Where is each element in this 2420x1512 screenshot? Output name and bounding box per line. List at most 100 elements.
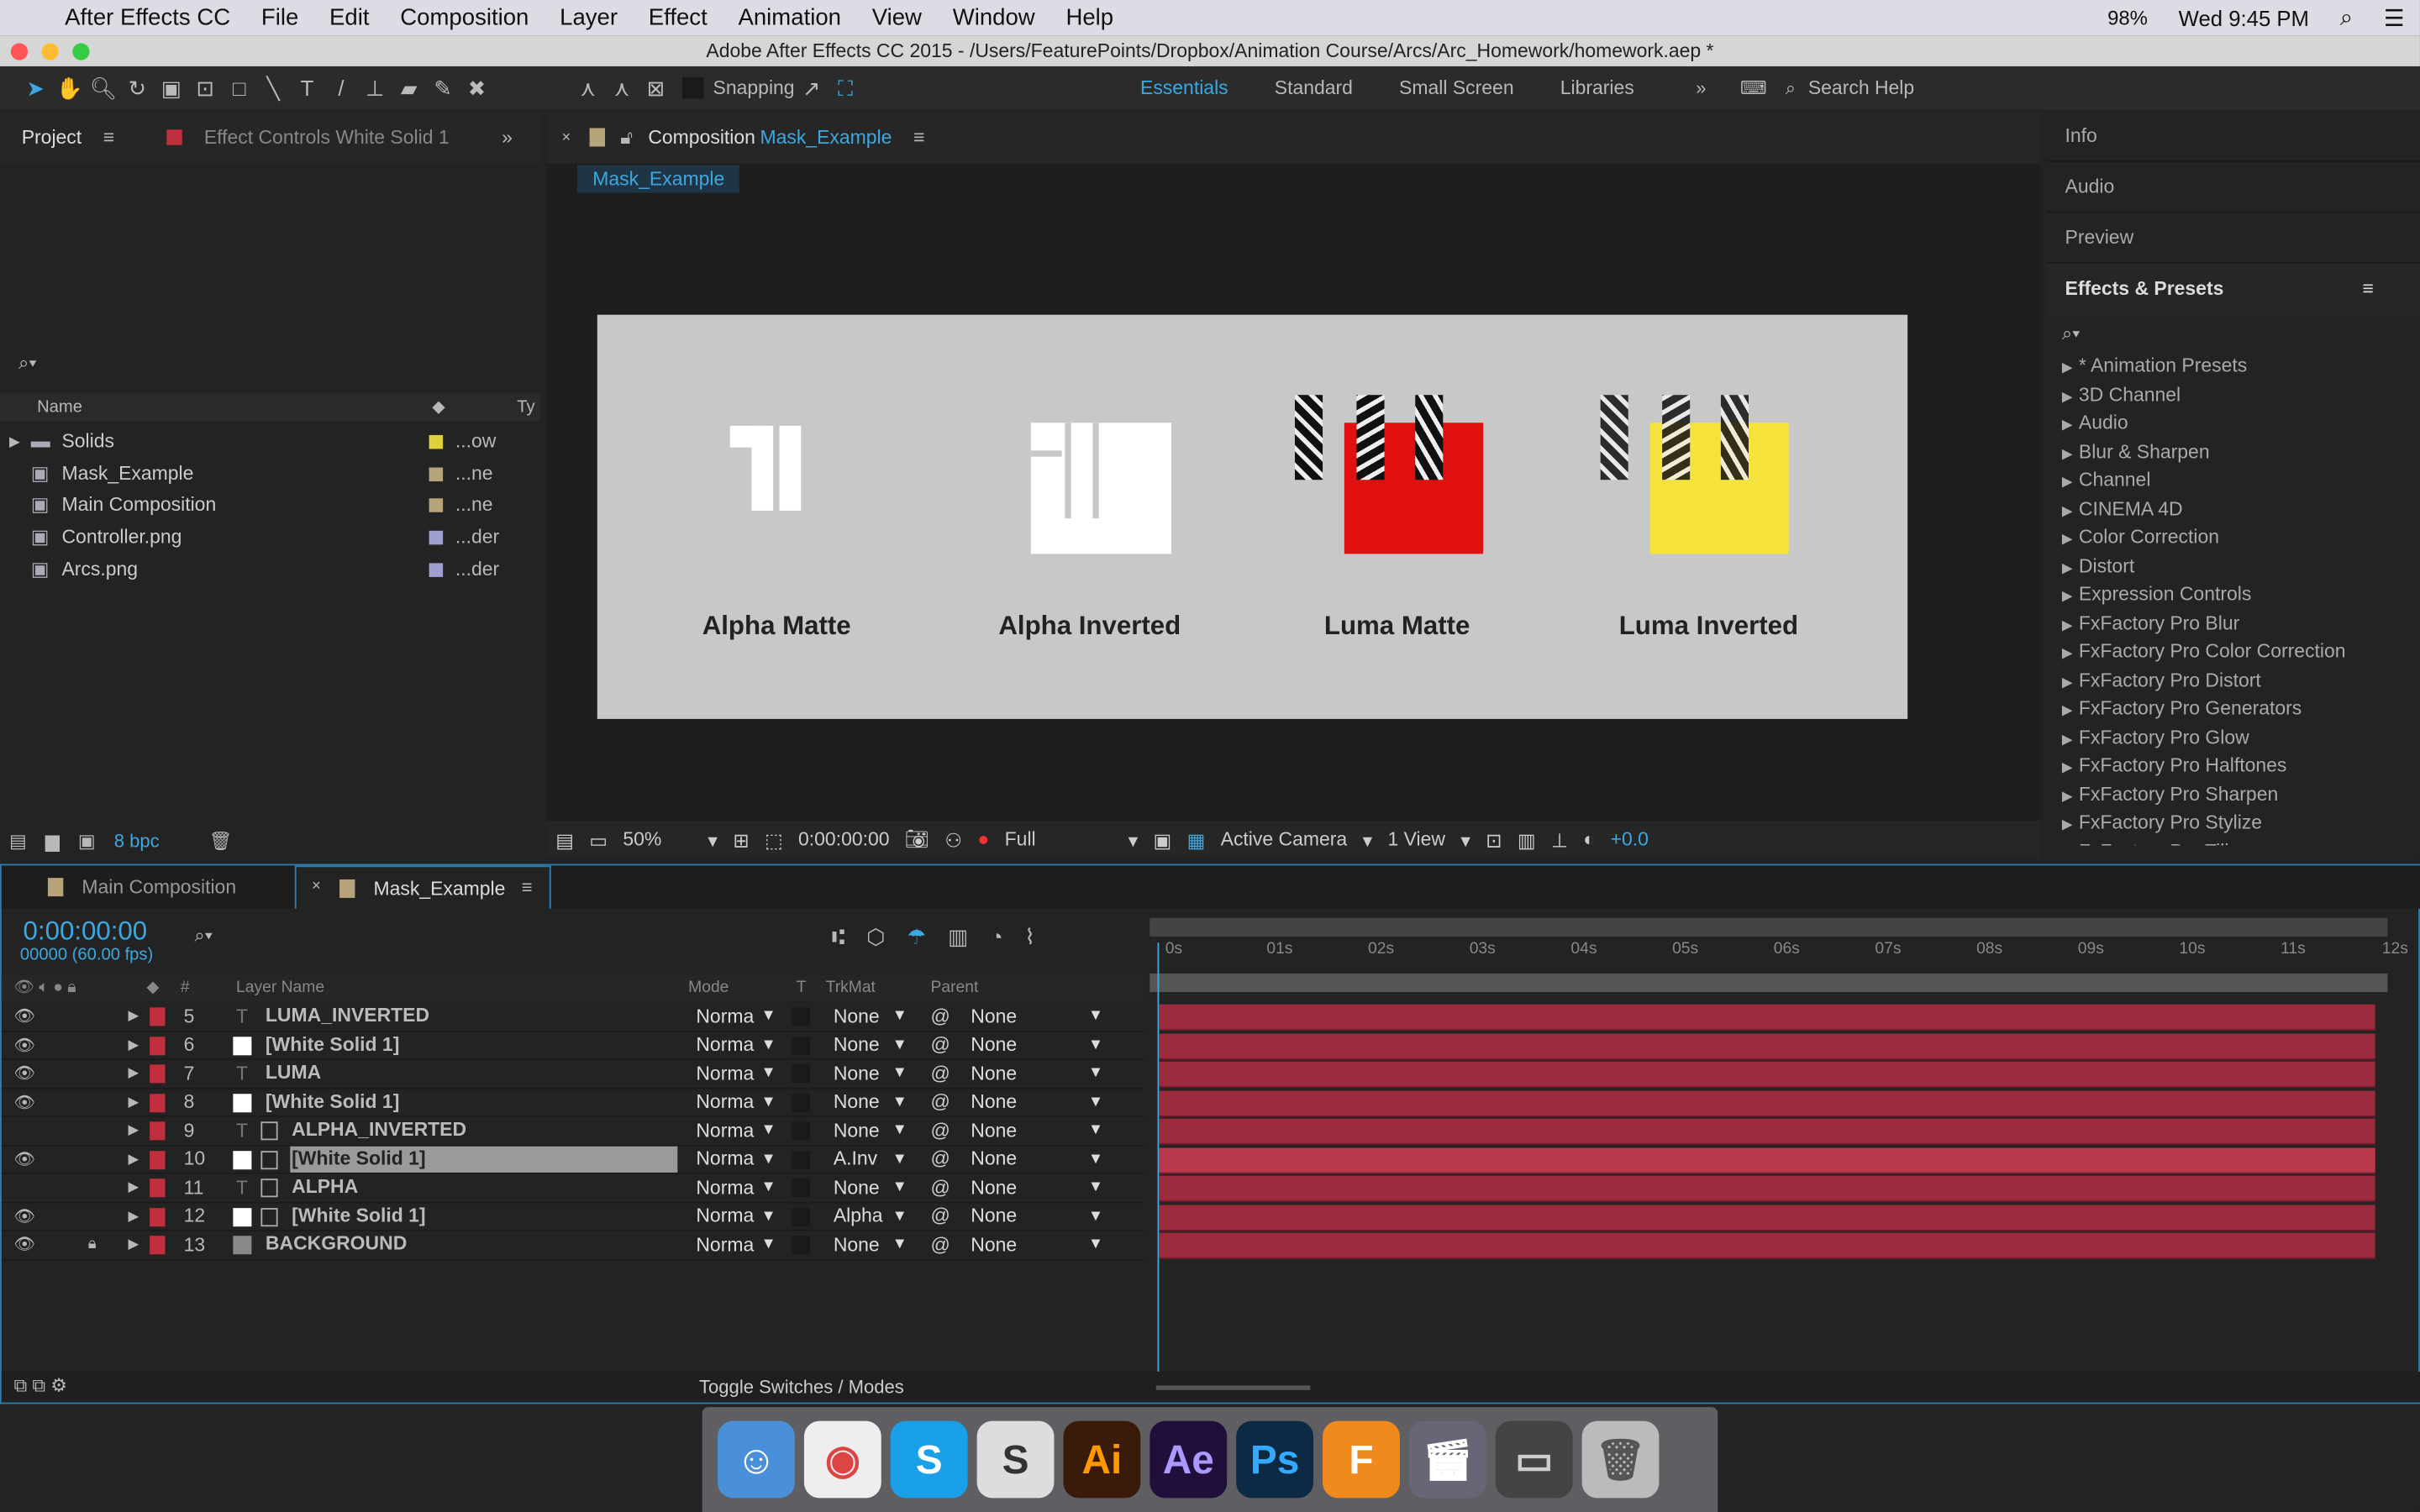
chevron-down-icon[interactable]: ▼	[1088, 1122, 1103, 1139]
col-parent[interactable]: Parent	[931, 975, 979, 1001]
menu-list-icon[interactable]: ☰	[2369, 4, 2420, 31]
disclosure-triangle-icon[interactable]: ▶	[2062, 816, 2073, 832]
disclosure-triangle-icon[interactable]: ▶	[2062, 845, 2073, 846]
zoom-tool-icon[interactable]: 🔍︎	[87, 71, 120, 104]
trkmat-dropdown[interactable]: None	[834, 1120, 880, 1142]
parent-dropdown[interactable]: None	[971, 1005, 1017, 1027]
trkmat-dropdown[interactable]: A.Inv	[834, 1148, 877, 1170]
disclosure-triangle-icon[interactable]: ▶	[2062, 388, 2073, 403]
layer-row[interactable]: 👁︎ 🔒︎ ▶ 13 BACKGROUND Norma ▼ None ▼ @ None ▼	[1, 1231, 1144, 1260]
chevron-down-icon[interactable]: ▾	[1460, 827, 1470, 851]
disclosure-triangle-icon[interactable]: ▶	[2062, 559, 2073, 575]
disclosure-triangle-icon[interactable]: ▶	[2062, 502, 2073, 517]
motion-blur-icon[interactable]: ◔	[990, 924, 1003, 950]
frame-blending-icon[interactable]: ▥	[948, 924, 968, 950]
chevron-down-icon[interactable]: ▼	[760, 1065, 776, 1082]
lock-icon[interactable]: 🔓︎	[620, 126, 633, 150]
tab-project[interactable]: Project	[0, 127, 103, 149]
dock-ps[interactable]: Ps	[1236, 1420, 1314, 1499]
layer-duration-bar[interactable]	[1159, 1061, 2375, 1088]
region-of-interest-icon[interactable]: ▣	[1154, 827, 1172, 851]
effect-category[interactable]: ▶ CINEMA 4D	[2046, 495, 2419, 523]
composition-menu-icon[interactable]: ≡	[913, 127, 924, 149]
project-item[interactable]: ▣ Mask_Example ...ne	[0, 458, 540, 490]
col-mode[interactable]: Mode	[688, 975, 729, 1001]
flowchart-icon[interactable]: ⊥	[1551, 827, 1568, 851]
spotlight-icon[interactable]: ⌕	[2324, 5, 2368, 31]
clone-stamp-tool-icon[interactable]: ⊥	[358, 71, 392, 104]
pick-whip-icon[interactable]: @	[931, 1091, 950, 1113]
time-navigator[interactable]	[1150, 917, 2388, 937]
disclosure-triangle-icon[interactable]: ▶	[2062, 588, 2073, 603]
dock-screen[interactable]: ▭	[1495, 1420, 1573, 1499]
layer-row[interactable]: ▶ 9 T ALPHA_INVERTED Norma ▼ None ▼ @ None ▼	[1, 1117, 1144, 1146]
menu-composition[interactable]: Composition	[385, 5, 544, 31]
trkmat-dropdown[interactable]: None	[834, 1063, 880, 1084]
effect-category[interactable]: ▶ FxFactory Pro Glow	[2046, 722, 2419, 751]
mode-dropdown[interactable]: Norma	[696, 1034, 754, 1056]
layer-switches-icon[interactable]: ⧉ ⧉ ⚙︎	[14, 1374, 67, 1398]
preserve-transparency-checkbox[interactable]	[792, 1064, 811, 1084]
trkmat-dropdown[interactable]: None	[834, 1005, 880, 1027]
label-color-swatch[interactable]	[429, 530, 444, 545]
fast-previews-icon[interactable]: ▥	[1518, 827, 1536, 851]
preserve-transparency-checkbox[interactable]	[792, 1207, 811, 1226]
menu-layer[interactable]: Layer	[544, 5, 634, 31]
label-color-swatch[interactable]	[429, 434, 444, 449]
preserve-transparency-checkbox[interactable]	[792, 1007, 811, 1026]
layer-row[interactable]: 👁︎ ▶ 8 [White Solid 1] Norma ▼ None ▼ @ None ▼	[1, 1089, 1144, 1117]
project-search-icon[interactable]: ⌕▾	[18, 352, 37, 375]
expand-triangle-icon[interactable]: ▶	[128, 1179, 139, 1196]
mode-dropdown[interactable]: Norma	[696, 1091, 754, 1113]
tab-effect-controls[interactable]: Effect Controls White Solid 1	[182, 127, 471, 149]
eye-icon[interactable]: 👁︎	[14, 1035, 36, 1055]
effect-category[interactable]: ▶ * Animation Presets	[2046, 352, 2419, 381]
chevron-down-icon[interactable]: ▼	[760, 1037, 776, 1053]
effect-category[interactable]: ▶ Color Correction	[2046, 523, 2419, 552]
workspace-essentials[interactable]: Essentials	[1140, 77, 1228, 99]
trkmat-dropdown[interactable]: None	[834, 1177, 880, 1199]
pan-behind-tool-icon[interactable]: ⊡	[188, 71, 222, 104]
layer-duration-bar[interactable]	[1159, 1232, 2375, 1259]
parent-dropdown[interactable]: None	[971, 1120, 1017, 1142]
timeline-menu-icon[interactable]: ≡	[522, 876, 533, 898]
label-tag-icon[interactable]: ◆	[432, 393, 445, 421]
mode-dropdown[interactable]: Norma	[696, 1005, 754, 1027]
chevron-down-icon[interactable]: ▼	[892, 1094, 908, 1110]
disclosure-triangle-icon[interactable]: ▶	[2062, 731, 2073, 746]
transparency-grid-icon[interactable]: ▦	[1187, 827, 1206, 851]
layer-row[interactable]: 👁︎ ▶ 7 T LUMA Norma ▼ None ▼ @ None ▼	[1, 1060, 1144, 1089]
workspace-small-screen[interactable]: Small Screen	[1399, 77, 1514, 99]
bpc-button[interactable]: 8 bpc	[114, 830, 160, 852]
menu-help[interactable]: Help	[1050, 5, 1128, 31]
disclosure-triangle-icon[interactable]: ▶	[2062, 360, 2073, 375]
pick-whip-icon[interactable]: @	[931, 1063, 950, 1084]
effects-search-input[interactable]: ⌕▾	[2046, 315, 2419, 352]
disclosure-triangle-icon[interactable]: ▶	[2062, 474, 2073, 489]
pen-tool-icon[interactable]: ╲	[256, 71, 290, 104]
chevron-down-icon[interactable]: ▼	[760, 1008, 776, 1025]
chevron-down-icon[interactable]: ▼	[1088, 1236, 1103, 1253]
camera-dropdown[interactable]: Active Camera	[1221, 828, 1348, 850]
lock-icon[interactable]: 🔒︎	[88, 1236, 97, 1253]
dock-photo-booth[interactable]: 🎬︎	[1408, 1420, 1486, 1499]
effect-category[interactable]: ▶ FxFactory Pro Tiling	[2046, 837, 2419, 845]
layer-name[interactable]: ALPHA	[290, 1174, 358, 1200]
effect-category[interactable]: ▶ Blur & Sharpen	[2046, 438, 2419, 466]
clock[interactable]: Wed 9:45 PM	[2163, 5, 2324, 29]
chevron-down-icon[interactable]: ▼	[760, 1236, 776, 1253]
eye-icon[interactable]: 👁︎	[14, 1149, 36, 1169]
eraser-tool-icon[interactable]: ▰	[392, 71, 426, 104]
camera-tool-icon[interactable]: ▣	[155, 71, 188, 104]
layer-name[interactable]: LUMA	[264, 1060, 321, 1086]
expand-triangle-icon[interactable]: ▶	[128, 1008, 139, 1025]
chevron-down-icon[interactable]: ▼	[760, 1122, 776, 1139]
parent-dropdown[interactable]: None	[971, 1091, 1017, 1113]
layer-duration-bar[interactable]	[1159, 1004, 2375, 1031]
dock-f-360[interactable]: F	[1323, 1420, 1400, 1499]
dock-slack[interactable]: S	[976, 1420, 1055, 1499]
chevron-down-icon[interactable]: ▾	[1128, 827, 1139, 851]
rectangle-tool-icon[interactable]: □	[222, 71, 255, 104]
disclosure-triangle-icon[interactable]: ▶	[2062, 702, 2073, 717]
label-color[interactable]	[150, 1036, 166, 1055]
